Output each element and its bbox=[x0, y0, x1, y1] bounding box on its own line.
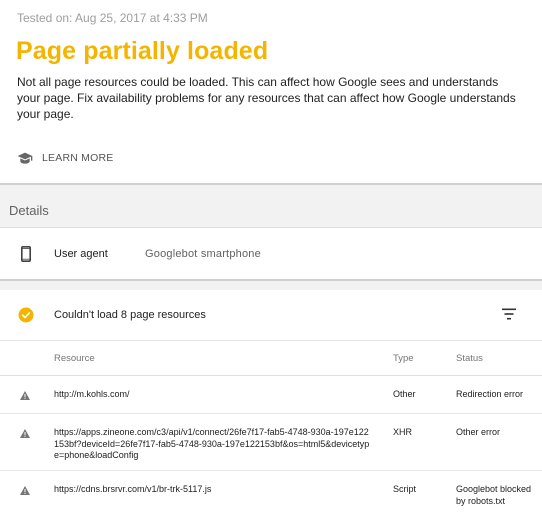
resource-status: Other error bbox=[456, 427, 501, 437]
user-agent-value: Googlebot smartphone bbox=[145, 248, 261, 260]
check-circle-icon bbox=[18, 307, 34, 323]
learn-more-link[interactable]: LEARN MORE bbox=[17, 150, 113, 166]
user-agent-row: User agent Googlebot smartphone bbox=[0, 229, 542, 279]
resource-type: Other bbox=[393, 389, 416, 399]
resource-url: http://m.kohls.com/ bbox=[54, 389, 130, 399]
result-header: Tested on: Aug 25, 2017 at 4:33 PM Page … bbox=[0, 0, 542, 184]
user-agent-label: User agent bbox=[54, 248, 108, 260]
resource-status: Googlebot blocked by robots.txt bbox=[456, 484, 532, 506]
table-row[interactable]: https://cdns.brsrvr.com/v1/br-trk-5117.j… bbox=[0, 471, 542, 529]
section-gap bbox=[0, 281, 542, 290]
resource-url: https://apps.zineone.com/c3/api/v1/conne… bbox=[54, 427, 370, 460]
details-label: Details bbox=[9, 203, 49, 218]
warning-icon bbox=[20, 486, 30, 495]
tested-on-timestamp: Tested on: Aug 25, 2017 at 4:33 PM bbox=[17, 11, 208, 25]
column-header-type: Type bbox=[393, 353, 414, 364]
warning-icon bbox=[20, 391, 30, 400]
resources-table-header: Resource Type Status bbox=[0, 340, 542, 376]
warning-icon bbox=[20, 429, 30, 438]
resources-summary-header: Couldn't load 8 page resources bbox=[0, 290, 542, 340]
column-header-resource: Resource bbox=[54, 353, 95, 364]
table-row[interactable]: http://m.kohls.com/ Other Redirection er… bbox=[0, 376, 542, 414]
resources-card: Couldn't load 8 page resources Resource … bbox=[0, 290, 542, 529]
resource-status: Redirection error bbox=[456, 389, 524, 399]
graduation-cap-icon bbox=[17, 152, 33, 164]
page-title: Page partially loaded bbox=[16, 37, 269, 65]
resource-url: https://cdns.brsrvr.com/v1/br-trk-5117.j… bbox=[54, 484, 212, 494]
resource-type: XHR bbox=[393, 427, 413, 437]
learn-more-label: LEARN MORE bbox=[42, 152, 114, 164]
smartphone-icon bbox=[21, 246, 31, 262]
resource-type: Script bbox=[393, 484, 417, 494]
column-header-status: Status bbox=[456, 353, 483, 364]
resources-summary: Couldn't load 8 page resources bbox=[54, 309, 206, 321]
table-row[interactable]: https://apps.zineone.com/c3/api/v1/conne… bbox=[0, 414, 542, 471]
filter-icon[interactable] bbox=[502, 308, 516, 320]
details-header: Details bbox=[0, 185, 542, 228]
page-description: Not all page resources could be loaded. … bbox=[17, 75, 516, 121]
